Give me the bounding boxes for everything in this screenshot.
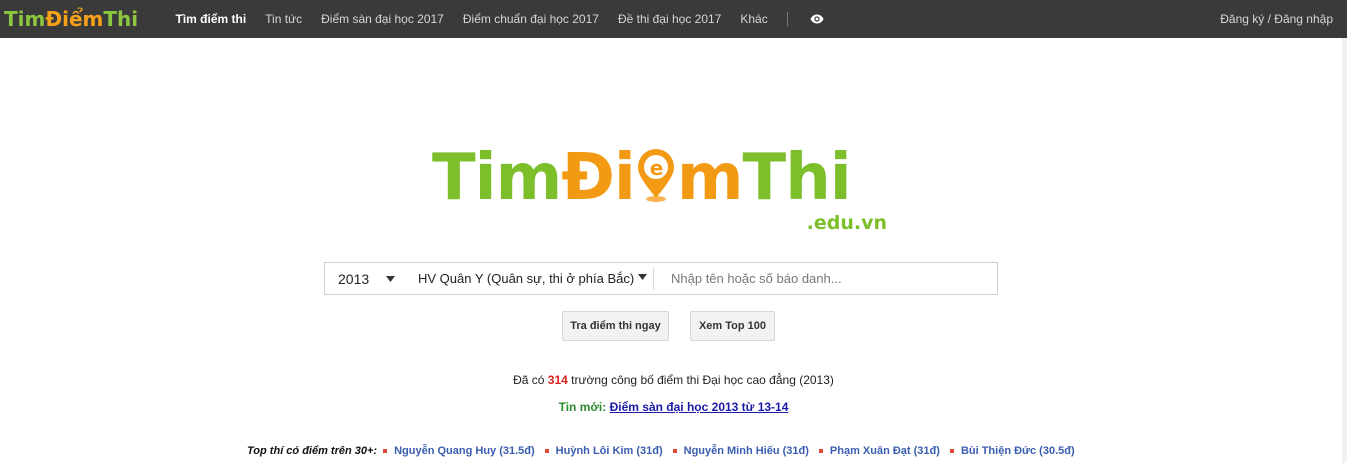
student-link[interactable]: Nguyễn Quang Huy (31.5đ)	[394, 445, 535, 457]
chevron-down-icon	[386, 275, 395, 282]
info-suffix: trường công bố điểm thi Đại học cao đẳng…	[571, 373, 834, 387]
list-item: Nguyễn Quang Huy (31.5đ)	[383, 445, 535, 457]
chevron-down-icon	[638, 274, 647, 280]
nav-item-de-thi[interactable]: Đề thi đại học 2017	[608, 12, 730, 26]
nav-item-tin-tuc[interactable]: Tin tức	[256, 12, 312, 26]
location-pin-icon: e	[635, 145, 677, 205]
list-item: Bùi Thiện Đức (30.5đ)	[949, 445, 1075, 457]
bullet-icon	[949, 449, 954, 453]
bullet-icon	[383, 449, 388, 453]
search-button[interactable]: Tra điểm thi ngay	[562, 311, 669, 341]
student-link[interactable]: Phạm Xuân Đạt (31đ)	[830, 445, 940, 457]
nav-item-diem-chuan[interactable]: Điểm chuẩn đại học 2017	[453, 12, 608, 26]
bullet-icon	[544, 449, 549, 453]
nav-item-khac[interactable]: Khác	[731, 12, 777, 26]
nav-item-tim-diem-thi[interactable]: Tìm điểm thi	[166, 12, 256, 26]
search-input[interactable]	[654, 264, 997, 293]
latest-news: Tin mới: Điểm sàn đại học 2013 từ 13-14	[0, 400, 1347, 414]
list-item: Nguyễn Minh Hiếu (31đ)	[672, 445, 809, 457]
top100-button[interactable]: Xem Top 100	[690, 311, 775, 341]
school-value: HV Quân Y (Quân sự, thi ở phía Bắc)	[418, 271, 635, 286]
bullet-icon	[672, 449, 677, 453]
year-select[interactable]: 2013	[325, 263, 403, 294]
nav-item-diem-san[interactable]: Điểm sàn đại học 2017	[312, 12, 454, 26]
svg-text:e: e	[650, 156, 663, 180]
main-logo: TimĐi e mThi .edu.vn	[432, 140, 892, 238]
student-link[interactable]: Nguyễn Minh Hiếu (31đ)	[684, 445, 809, 457]
info-prefix: Đã có	[513, 373, 545, 387]
top-students-label: Top thí có điểm trên 30+:	[247, 445, 378, 457]
student-link[interactable]: Huỳnh Lôi Kim (31đ)	[556, 445, 663, 457]
top-students-list: Top thí có điểm trên 30+: Nguyễn Quang H…	[247, 445, 1085, 457]
bullet-icon	[818, 449, 823, 453]
logo-word-thi: Thi	[742, 141, 852, 215]
school-select[interactable]: HV Quân Y (Quân sự, thi ở phía Bắc)	[403, 263, 653, 294]
logo-domain: .edu.vn	[806, 212, 887, 234]
logo-word-m: m	[676, 141, 744, 215]
top-navbar: Tim Điểm Thi Tìm điểm thi Tin tức Điểm s…	[0, 0, 1347, 38]
logo-word-di: Đi	[561, 141, 636, 215]
news-label: Tin mới:	[558, 400, 607, 414]
search-bar: 2013 HV Quân Y (Quân sự, thi ở phía Bắc)	[324, 262, 998, 295]
login-register-link[interactable]: Đăng ký / Đăng nhập	[1220, 0, 1333, 38]
student-link[interactable]: Bùi Thiện Đức (30.5đ)	[961, 445, 1075, 457]
eye-icon[interactable]	[810, 12, 824, 26]
nav-logo-part3: Thi	[103, 7, 139, 31]
nav-logo-part2: Điểm	[45, 7, 104, 31]
list-item: Huỳnh Lôi Kim (31đ)	[544, 445, 663, 457]
nav-logo[interactable]: Tim Điểm Thi	[4, 4, 138, 34]
logo-word-tim: Tim	[432, 141, 562, 215]
news-link[interactable]: Điểm sàn đại học 2013 từ 13-14	[610, 400, 789, 414]
school-count: 314	[547, 373, 568, 387]
nav-logo-part1: Tim	[4, 7, 46, 31]
list-item: Phạm Xuân Đạt (31đ)	[818, 445, 940, 457]
year-value: 2013	[338, 270, 370, 287]
schools-info: Đã có 314 trường công bố điểm thi Đại họ…	[0, 373, 1347, 387]
nav-menu: Tìm điểm thi Tin tức Điểm sàn đại học 20…	[166, 0, 824, 38]
nav-divider	[787, 12, 789, 26]
